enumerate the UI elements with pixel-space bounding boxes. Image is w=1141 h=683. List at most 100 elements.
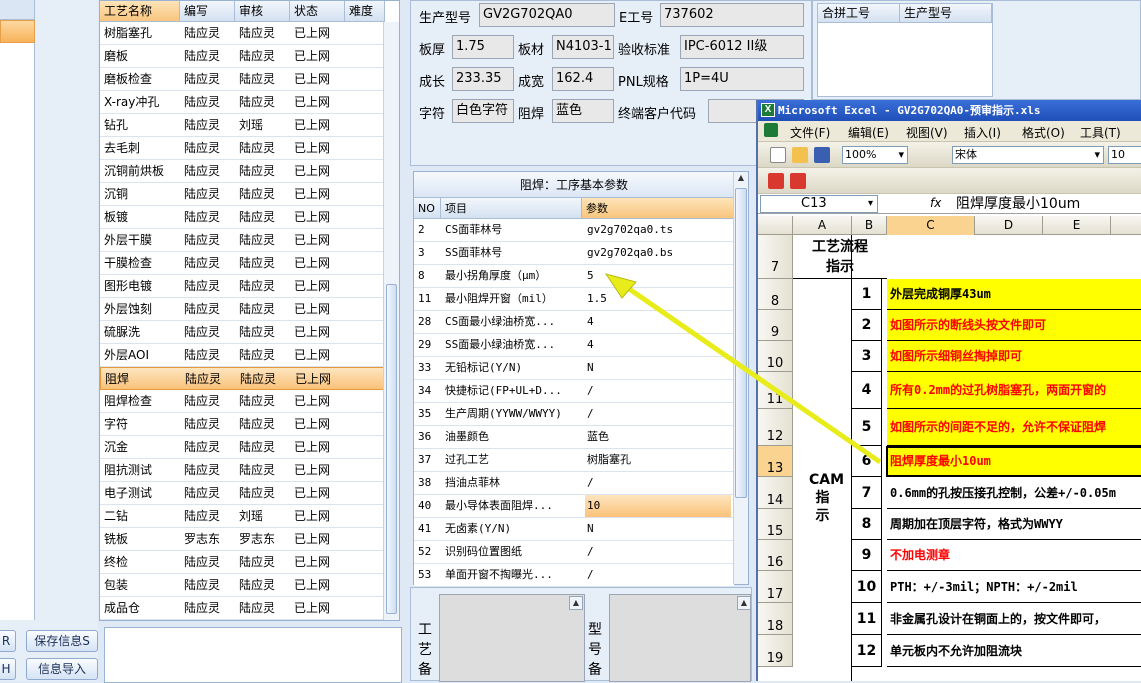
menu-tools[interactable]: 工具(T)	[1080, 124, 1121, 141]
table-row[interactable]: 阻焊检查 陆应灵 陆应灵 已上网	[100, 390, 384, 413]
left-grid-selected-row[interactable]	[0, 20, 35, 43]
table-row[interactable]: 二钻 陆应灵 刘瑶 已上网	[100, 505, 384, 528]
table-row[interactable]: 板镀 陆应灵 陆应灵 已上网	[100, 206, 384, 229]
table-row[interactable]: 去毛刺 陆应灵 陆应灵 已上网	[100, 137, 384, 160]
table-row[interactable]: 树脂塞孔 陆应灵 陆应灵 已上网	[100, 22, 384, 45]
column-header-reviewer[interactable]: 审核	[235, 1, 290, 22]
instruction-cell[interactable]: 所有0.2mm的过孔树脂塞孔，两面开窗的	[887, 372, 1141, 409]
col-header-d[interactable]: D	[975, 216, 1043, 235]
table-row[interactable]: 阻焊 陆应灵 陆应灵 已上网	[100, 367, 384, 390]
table-row[interactable]: 包装 陆应灵 陆应灵 已上网	[100, 574, 384, 597]
col-header-b[interactable]: B	[852, 216, 887, 235]
param-row[interactable]: 3 SS面菲林号 gv2g702qa0.bs	[414, 242, 734, 265]
param-row[interactable]: 52 识别码位置图纸 /	[414, 541, 734, 564]
merge-col-model[interactable]: 生产型号	[900, 4, 992, 23]
param-row[interactable]: 40 最小导体表面阻焊... 10	[414, 495, 734, 518]
fx-icon[interactable]: fx	[930, 196, 941, 210]
save-icon[interactable]	[814, 147, 830, 163]
pnl-field[interactable]: 1P=4U	[680, 67, 804, 91]
sheet-icon[interactable]	[764, 123, 778, 137]
zoom-select[interactable]: 100% ▾	[842, 146, 908, 164]
row-header[interactable]: 17	[758, 571, 793, 603]
menu-insert[interactable]: 插入(I)	[964, 124, 1001, 141]
params-col-no[interactable]: NO	[414, 198, 441, 219]
h-button[interactable]: H	[0, 658, 16, 680]
table-row[interactable]: 钻孔 陆应灵 刘瑶 已上网	[100, 114, 384, 137]
instruction-cell[interactable]: 0.6mm的孔按压接孔控制，公差+/-0.05m	[887, 477, 1141, 509]
step-number-cell[interactable]: 11	[852, 603, 882, 635]
table-row[interactable]: 沉铜 陆应灵 陆应灵 已上网	[100, 183, 384, 206]
instruction-cell[interactable]: 单元板内不允许加阻流块	[887, 635, 1141, 667]
table-row[interactable]: 铣板 罗志东 罗志东 已上网	[100, 528, 384, 551]
step-number-cell[interactable]: 9	[852, 540, 882, 571]
font-select[interactable]: 宋体 ▾	[952, 146, 1104, 164]
table-row[interactable]: 外层干膜 陆应灵 陆应灵 已上网	[100, 229, 384, 252]
pdf-settings-icon[interactable]	[790, 173, 806, 189]
instruction-cell[interactable]: 如图所示的间距不足的，允许不保证阻焊	[887, 409, 1141, 446]
process-scroll-thumb[interactable]	[386, 284, 397, 614]
table-row[interactable]: 磨板 陆应灵 陆应灵 已上网	[100, 45, 384, 68]
table-row[interactable]: 图形电镀 陆应灵 陆应灵 已上网	[100, 275, 384, 298]
table-row[interactable]: 终检 陆应灵 陆应灵 已上网	[100, 551, 384, 574]
column-header-status[interactable]: 状态	[290, 1, 345, 22]
row-header[interactable]: 16	[758, 540, 793, 571]
standard-field[interactable]: IPC-6012 II级	[680, 35, 804, 59]
width-field[interactable]: 162.4	[552, 67, 614, 91]
scroll-up-icon[interactable]: ▲	[734, 172, 748, 186]
cell-name-box[interactable]: C13 ▾	[760, 195, 878, 213]
step-number-cell[interactable]: 12	[852, 635, 882, 667]
merge-col-eno[interactable]: 合拼工号	[818, 4, 900, 23]
table-row[interactable]: 沉金 陆应灵 陆应灵 已上网	[100, 436, 384, 459]
row-header[interactable]: 18	[758, 603, 793, 635]
instruction-cell[interactable]: 外层完成铜厚43um	[887, 279, 1141, 310]
model-memo-field[interactable]	[609, 594, 751, 682]
column-header-process[interactable]: 工艺名称	[100, 1, 180, 22]
model-field[interactable]: GV2G702QA0	[479, 3, 615, 27]
char-field[interactable]: 白色字符	[452, 99, 514, 123]
font-dropdown-icon[interactable]: ▾	[1094, 147, 1100, 163]
r-button[interactable]: R	[0, 630, 16, 652]
table-row[interactable]: 干膜检查 陆应灵 陆应灵 已上网	[100, 252, 384, 275]
instruction-cell[interactable]: 不加电测章	[887, 540, 1141, 571]
table-row[interactable]: 阻抗测试 陆应灵 陆应灵 已上网	[100, 459, 384, 482]
thickness-field[interactable]: 1.75	[452, 35, 514, 59]
params-col-value[interactable]: 参数	[582, 198, 734, 219]
step-number-cell[interactable]: 7	[852, 477, 882, 509]
col-header-e[interactable]: E	[1043, 216, 1111, 235]
menu-view[interactable]: 视图(V)	[906, 124, 948, 141]
table-row[interactable]: X-ray冲孔 陆应灵 陆应灵 已上网	[100, 91, 384, 114]
table-row[interactable]: 外层AOI 陆应灵 陆应灵 已上网	[100, 344, 384, 367]
column-header-author[interactable]: 编写	[180, 1, 235, 22]
open-folder-icon[interactable]	[792, 147, 808, 163]
mask-field[interactable]: 蓝色	[552, 99, 614, 123]
row-header[interactable]: 15	[758, 509, 793, 540]
notes-box[interactable]	[104, 627, 402, 683]
menu-edit[interactable]: 编辑(E)	[848, 124, 889, 141]
new-file-icon[interactable]	[770, 147, 786, 163]
column-header-difficulty[interactable]: 难度	[345, 1, 385, 22]
eno-field[interactable]: 737602	[660, 3, 804, 27]
process-memo-field[interactable]	[439, 594, 585, 682]
table-row[interactable]: 字符 陆应灵 陆应灵 已上网	[100, 413, 384, 436]
memo2-scroll-up-icon[interactable]: ▲	[737, 596, 751, 610]
select-all-corner[interactable]	[758, 216, 793, 235]
row-header[interactable]: 14	[758, 477, 793, 509]
import-info-button[interactable]: 信息导入	[26, 658, 98, 680]
instruction-cell[interactable]: 周期加在顶层字符，格式为WWYY	[887, 509, 1141, 540]
params-col-item[interactable]: 项目	[441, 198, 582, 219]
col-header-c[interactable]: C	[887, 216, 975, 235]
table-row[interactable]: 硫脲洗 陆应灵 陆应灵 已上网	[100, 321, 384, 344]
excel-title-bar[interactable]: X Microsoft Excel - GV2G702QA0-预审指示.xls	[758, 100, 1141, 121]
table-row[interactable]: 沉铜前烘板 陆应灵 陆应灵 已上网	[100, 160, 384, 183]
instruction-cell[interactable]: PTH：+/-3mil；NPTH：+/-2mil	[887, 571, 1141, 603]
table-row[interactable]: 成品仓 陆应灵 陆应灵 已上网	[100, 597, 384, 620]
param-row[interactable]: 2 CS面菲林号 gv2g702qa0.ts	[414, 219, 734, 242]
table-row[interactable]: 外层蚀刻 陆应灵 陆应灵 已上网	[100, 298, 384, 321]
instruction-cell[interactable]: 非金属孔设计在铜面上的，按文件即可，	[887, 603, 1141, 635]
menu-file[interactable]: 文件(F)	[790, 124, 830, 141]
table-row[interactable]: 电子测试 陆应灵 陆应灵 已上网	[100, 482, 384, 505]
step-number-cell[interactable]: 8	[852, 509, 882, 540]
instruction-cell[interactable]: 如图所示的断线头按文件即可	[887, 310, 1141, 341]
zoom-dropdown-icon[interactable]: ▾	[898, 147, 904, 163]
param-row[interactable]: 41 无卤素(Y/N) N	[414, 518, 734, 541]
